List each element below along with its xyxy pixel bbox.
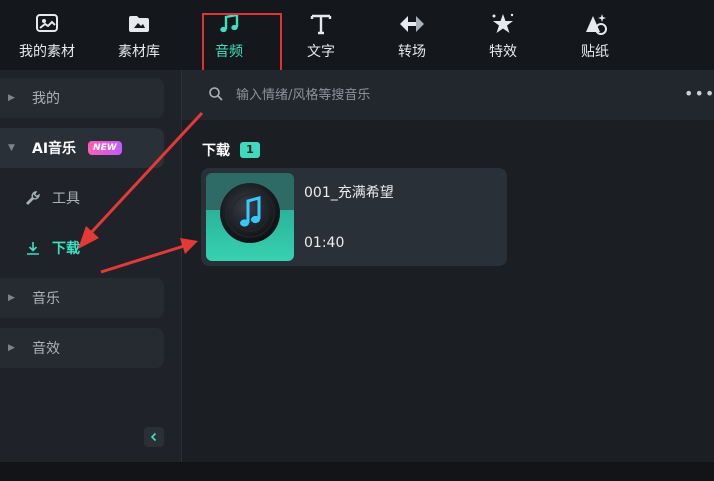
tab-stickers[interactable]: 贴纸 xyxy=(564,0,626,70)
sidebar-item-mine[interactable]: ▶ 我的 xyxy=(0,78,164,118)
stock-library-icon xyxy=(125,10,153,38)
chevron-left-icon xyxy=(150,432,157,442)
track-card[interactable]: 001_充满希望 01:40 xyxy=(201,168,507,266)
sidebar-subitem-label: 下载 xyxy=(52,241,80,257)
sidebar-item-label: 我的 xyxy=(32,91,60,107)
tab-text[interactable]: 文字 xyxy=(290,0,352,70)
app-window: 我的素材 素材库 音频 文字 转场 特效 贴纸 ▶ 我的 ▼ AI音乐 NEW … xyxy=(0,0,714,481)
chevron-right-icon: ▶ xyxy=(8,343,15,353)
tab-label: 我的素材 xyxy=(19,44,75,60)
new-badge: NEW xyxy=(88,141,122,155)
transition-icon xyxy=(398,10,426,38)
wrench-icon xyxy=(24,189,42,207)
sidebar-item-label: AI音乐 xyxy=(32,141,77,157)
tab-label: 文字 xyxy=(307,44,335,60)
sidebar-item-ai-music[interactable]: ▼ AI音乐 NEW xyxy=(0,128,164,168)
chevron-right-icon: ▶ xyxy=(8,293,15,303)
tab-label: 转场 xyxy=(398,44,426,60)
section-header: 下载 1 xyxy=(202,140,260,160)
sticker-icon xyxy=(581,10,609,38)
sidebar-item-label: 音效 xyxy=(32,341,60,357)
track-thumbnail xyxy=(206,173,294,261)
search-bar: ••• xyxy=(182,70,714,120)
tab-effects[interactable]: 特效 xyxy=(472,0,534,70)
search-icon xyxy=(208,86,224,106)
sidebar-subitem-label: 工具 xyxy=(52,191,80,207)
top-toolbar: 我的素材 素材库 音频 文字 转场 特效 贴纸 xyxy=(0,0,714,80)
tab-label: 特效 xyxy=(489,44,517,60)
tab-stock-library[interactable]: 素材库 xyxy=(108,0,170,70)
sidebar: ▶ 我的 ▼ AI音乐 NEW 工具 下载 ▶ 音乐 ▶ 音效 xyxy=(0,70,182,462)
tab-label: 贴纸 xyxy=(581,44,609,60)
tab-my-media[interactable]: 我的素材 xyxy=(12,0,82,70)
download-icon xyxy=(24,239,42,257)
text-icon xyxy=(307,10,335,38)
sidebar-subitem-download[interactable]: 下载 xyxy=(24,238,80,258)
effects-icon xyxy=(489,10,517,38)
search-input[interactable] xyxy=(236,84,536,106)
tab-transitions[interactable]: 转场 xyxy=(381,0,443,70)
more-dots-icon[interactable]: ••• xyxy=(684,84,714,103)
sidebar-item-label: 音乐 xyxy=(32,291,60,307)
collapse-sidebar-button[interactable] xyxy=(144,427,164,447)
chevron-right-icon: ▶ xyxy=(8,93,15,103)
section-title: 下载 xyxy=(202,143,230,159)
vinyl-music-icon xyxy=(206,173,294,261)
sidebar-subitem-tools[interactable]: 工具 xyxy=(24,188,80,208)
chevron-down-icon: ▼ xyxy=(8,143,15,153)
sidebar-item-music[interactable]: ▶ 音乐 xyxy=(0,278,164,318)
track-title: 001_充满希望 xyxy=(304,185,394,201)
section-count-badge: 1 xyxy=(240,142,260,158)
bottom-bar xyxy=(0,462,714,481)
media-library-icon xyxy=(33,10,61,38)
track-duration: 01:40 xyxy=(304,235,345,251)
tab-label: 素材库 xyxy=(118,44,160,60)
sidebar-item-sound-effects[interactable]: ▶ 音效 xyxy=(0,328,164,368)
